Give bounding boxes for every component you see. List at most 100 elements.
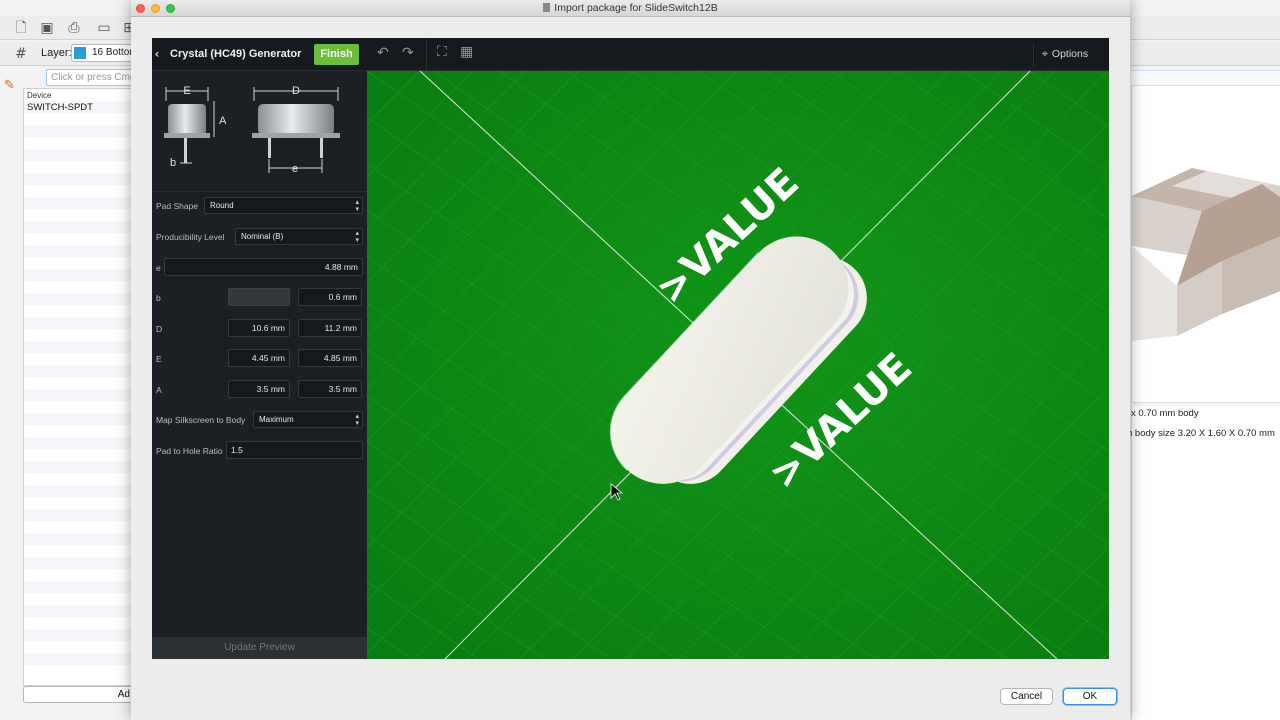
list-stripe (24, 605, 132, 617)
grid-icon[interactable]: # (12, 46, 30, 62)
generator-header: ‹ Crystal (HC49) Generator Finish ↶ ↷ ⛶ … (152, 38, 1109, 71)
device-column-header[interactable]: Device (27, 91, 51, 100)
options-button[interactable]: ⌖ Options (1033, 43, 1104, 66)
crosshair-icon: ⌖ (1042, 48, 1048, 60)
print-icon[interactable]: ⎙ (65, 20, 83, 36)
list-stripe (24, 149, 132, 161)
list-stripe (24, 581, 132, 593)
add-button[interactable]: Ad (23, 686, 133, 703)
b-label: b (156, 293, 161, 303)
list-stripe (24, 341, 132, 353)
header-separator (426, 38, 427, 71)
silkscreen-value: Maximum (259, 415, 294, 424)
producibility-value: Nominal (B) (241, 232, 284, 241)
command-input[interactable]: Click or press Cmd (46, 69, 132, 86)
list-stripe (24, 317, 132, 329)
panel-divider[interactable] (1131, 402, 1280, 406)
silkscreen-label: Map Silkscreen to Body (156, 415, 246, 425)
producibility-select[interactable]: Nominal (B) ▴ ▾ (235, 228, 363, 245)
E-min-input[interactable]: 4.45 mm (228, 349, 290, 367)
list-stripe (24, 365, 132, 377)
list-stripe (24, 509, 132, 521)
list-stripe (24, 245, 132, 257)
E-max-input[interactable]: 4.85 mm (298, 349, 362, 367)
E-label: E (156, 354, 162, 364)
a-min-input[interactable]: 3.5 mm (228, 380, 290, 398)
ok-button[interactable]: OK (1063, 688, 1117, 705)
package-3d-preview (1132, 168, 1280, 341)
list-stripe (24, 125, 132, 137)
device-row[interactable]: SWITCH-SPDT (27, 102, 93, 113)
parameter-panel: E A b D e Pad Shape Round ▴ ▾ Producibil… (152, 71, 367, 659)
pad-shape-value: Round (210, 201, 234, 210)
e-input[interactable]: 4.88 mm (164, 258, 363, 276)
new-document-icon[interactable]: 🗋 (12, 20, 30, 36)
select-arrows-icon: ▴ ▾ (355, 412, 359, 427)
back-chevron-icon[interactable]: ‹ (152, 47, 162, 61)
e-label: e (156, 263, 161, 273)
undo-icon[interactable]: ↶ (377, 45, 389, 61)
silkscreen-select[interactable]: Maximum ▴ ▾ (253, 411, 363, 428)
list-stripe (24, 221, 132, 233)
diagram-label-e: e (292, 163, 298, 175)
list-stripe (24, 293, 132, 305)
list-stripe (24, 269, 132, 281)
d-max-input[interactable]: 11.2 mm (298, 319, 362, 337)
b-max-input[interactable]: 0.6 mm (298, 288, 362, 306)
dialog-title: Import package for SlideSwitch12B (131, 2, 1130, 14)
cancel-button[interactable]: Cancel (1000, 688, 1053, 705)
list-stripe (24, 629, 132, 641)
fit-view-icon[interactable]: ⛶ (437, 44, 447, 60)
dialog-titlebar[interactable]: Import package for SlideSwitch12B (131, 0, 1130, 17)
package-generator: ‹ Crystal (HC49) Generator Finish ↶ ↷ ⛶ … (152, 38, 1109, 659)
layer-label: Layer: (41, 47, 72, 59)
right-panel-header (1131, 70, 1280, 86)
finish-button[interactable]: Finish (314, 44, 359, 65)
pad-shape-select[interactable]: Round ▴ ▾ (204, 197, 363, 214)
d-min-input[interactable]: 10.6 mm (228, 319, 290, 337)
producibility-label: Producibility Level (156, 232, 225, 242)
package-description: x 0.70 mm body (1131, 408, 1199, 419)
redo-icon[interactable]: ↷ (402, 45, 414, 61)
pad-to-hole-input[interactable]: 1.5 (226, 441, 363, 459)
3d-scene[interactable]: >VALUE >VALUE (367, 71, 1109, 659)
dialog-title-text: Import package for SlideSwitch12B (554, 2, 718, 14)
list-stripe (24, 413, 132, 425)
pad-shape-label: Pad Shape (156, 201, 199, 211)
package-dimension-diagram: E A b D e (164, 85, 340, 175)
list-stripe (24, 533, 132, 545)
layer-color-swatch (74, 47, 86, 59)
update-preview-button[interactable]: Update Preview (152, 637, 367, 659)
select-arrows-icon: ▴ ▾ (355, 229, 359, 244)
b-min-input (228, 288, 290, 306)
panel-divider (152, 191, 367, 192)
list-stripe (24, 389, 132, 401)
document-icon (543, 3, 551, 12)
d-label: D (156, 324, 163, 334)
pad-to-hole-label: Pad to Hole Ratio (156, 446, 223, 456)
list-stripe (24, 557, 132, 569)
list-stripe (24, 461, 132, 473)
a-max-input[interactable]: 3.5 mm (298, 380, 362, 398)
a-label: A (156, 385, 162, 395)
select-arrows-icon: ▴ ▾ (355, 198, 359, 213)
package-description-detail: h body size 3.20 X 1.60 X 0.70 mm (1127, 428, 1275, 439)
grid-view-icon[interactable]: ▦ (460, 44, 473, 60)
diagram-label-b: b (170, 157, 176, 169)
pencil-icon[interactable]: ✎ (4, 78, 15, 93)
list-stripe (24, 197, 132, 209)
book-icon[interactable]: ▭ (95, 20, 113, 36)
device-list[interactable]: Device SWITCH-SPDT (23, 88, 133, 686)
list-stripe (24, 437, 132, 449)
list-stripe (24, 485, 132, 497)
options-label: Options (1051, 48, 1089, 60)
diagram-label-D: D (292, 85, 300, 97)
3d-preview-viewport[interactable]: >VALUE >VALUE (367, 71, 1109, 659)
diagram-label-E: E (183, 85, 190, 97)
list-stripe (24, 173, 132, 185)
save-icon[interactable]: ▣ (38, 20, 56, 36)
diagram-label-A: A (219, 115, 227, 127)
import-package-dialog: Import package for SlideSwitch12B ‹ Crys… (131, 0, 1130, 720)
generator-title: Crystal (HC49) Generator (170, 48, 302, 60)
list-stripe (24, 653, 132, 665)
